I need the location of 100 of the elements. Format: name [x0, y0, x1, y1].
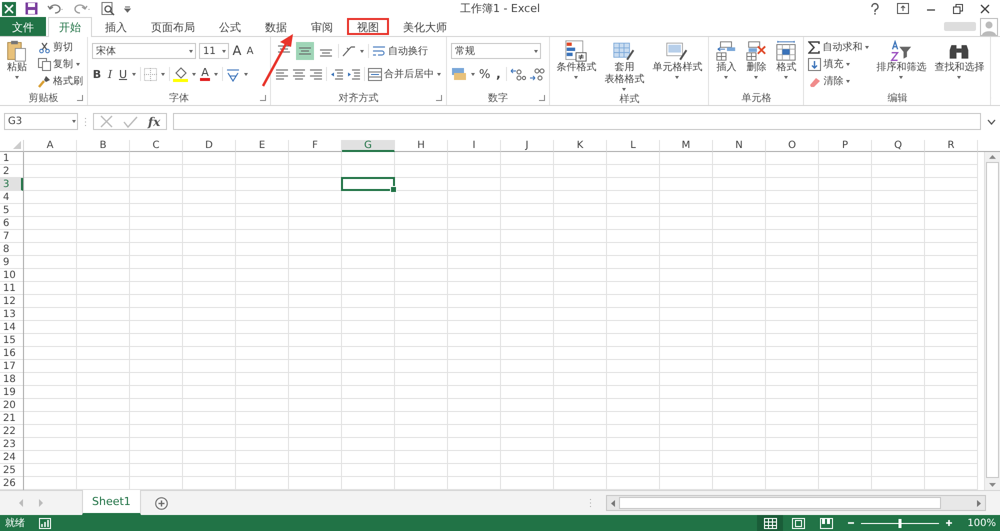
expand-formula-icon[interactable] [987, 118, 996, 124]
middle-align-button[interactable] [296, 42, 314, 60]
row-header[interactable]: 1 [0, 152, 23, 165]
row-header[interactable]: 5 [0, 204, 23, 217]
row-header[interactable]: 9 [0, 256, 23, 269]
sort-filter-button[interactable]: 排序和筛选 [874, 39, 928, 80]
format-as-table-button[interactable]: 套用 表格格式 [602, 39, 646, 92]
italic-button[interactable]: I [105, 68, 115, 80]
column-header[interactable]: N [713, 140, 766, 152]
column-header[interactable]: E [236, 140, 289, 152]
add-sheet-icon[interactable] [154, 496, 168, 510]
find-select-button[interactable]: 查找和选择 [932, 39, 986, 80]
ribbon-tab[interactable]: 审阅 [300, 17, 344, 36]
zoom-slider-thumb[interactable] [898, 518, 902, 528]
autosum-button[interactable]: 自动求和 [808, 40, 870, 54]
row-header[interactable]: 12 [0, 295, 23, 308]
help-icon[interactable] [870, 2, 880, 14]
column-header[interactable]: R [925, 140, 978, 152]
zoom-in-icon[interactable] [945, 519, 954, 527]
row-header[interactable]: 11 [0, 282, 23, 295]
insert-function-button[interactable]: fx [148, 114, 160, 128]
decrease-indent-icon[interactable] [330, 68, 344, 80]
font-color-button[interactable]: A [200, 67, 210, 81]
font-name-field[interactable]: 宋体 [92, 43, 196, 59]
scroll-down-icon[interactable] [988, 482, 997, 488]
copy-button[interactable]: 复制 [38, 57, 83, 71]
fill-button[interactable]: 填充 [808, 57, 870, 71]
grow-font-button[interactable]: A [232, 44, 242, 58]
comma-style-button[interactable]: , [493, 67, 504, 81]
customize-caret-icon[interactable] [124, 4, 131, 12]
row-header[interactable]: 18 [0, 373, 23, 386]
row-header[interactable]: 20 [0, 399, 23, 412]
column-header[interactable]: C [130, 140, 183, 152]
fill-color-icon[interactable] [173, 66, 188, 82]
column-header[interactable]: Q [872, 140, 925, 152]
column-header[interactable]: G [342, 140, 395, 152]
ribbon-tab[interactable]: 美化大师 [392, 17, 458, 36]
align-left-icon[interactable] [275, 68, 289, 80]
macro-record-icon[interactable] [39, 518, 51, 528]
number-format-field[interactable]: 常规 [451, 43, 541, 59]
name-box[interactable]: G3 [4, 113, 78, 130]
paste-button[interactable]: 粘贴 [4, 39, 30, 80]
text-orientation-icon[interactable] [342, 45, 356, 57]
dialog-launcher-icon[interactable] [77, 95, 83, 101]
row-header[interactable]: 19 [0, 386, 23, 399]
row-header[interactable]: 15 [0, 334, 23, 347]
column-header[interactable]: L [607, 140, 660, 152]
underline-button[interactable]: U [118, 68, 128, 80]
print-preview-icon[interactable] [101, 2, 115, 16]
check-icon[interactable] [123, 116, 138, 128]
phonetic-icon[interactable] [226, 66, 240, 82]
format-cells-button[interactable]: 格式 [773, 39, 800, 80]
format-painter-button[interactable]: 格式刷 [38, 74, 83, 88]
row-header[interactable]: 25 [0, 464, 23, 477]
column-header[interactable]: I [448, 140, 501, 152]
ribbon-display-icon[interactable] [897, 3, 909, 14]
scroll-left-icon[interactable] [610, 500, 616, 506]
increase-indent-icon[interactable] [347, 68, 361, 80]
column-header[interactable]: D [183, 140, 236, 152]
ribbon-tab[interactable]: 插入 [94, 17, 138, 36]
increase-decimal-icon[interactable] [510, 68, 526, 80]
row-header[interactable]: 7 [0, 230, 23, 243]
column-header[interactable]: K [554, 140, 607, 152]
column-header[interactable]: P [819, 140, 872, 152]
row-header[interactable]: 8 [0, 243, 23, 256]
clear-button[interactable]: 清除 [808, 74, 870, 88]
column-header[interactable]: M [660, 140, 713, 152]
column-header[interactable]: H [395, 140, 448, 152]
file-tab[interactable]: 文件 [0, 17, 46, 36]
row-header[interactable]: 16 [0, 347, 23, 360]
font-size-field[interactable]: 11 [199, 43, 229, 59]
merge-center-button[interactable]: 合并后居中 [368, 67, 442, 81]
row-header[interactable]: 6 [0, 217, 23, 230]
align-right-icon[interactable] [309, 68, 323, 80]
row-header[interactable]: 14 [0, 321, 23, 334]
row-header[interactable]: 17 [0, 360, 23, 373]
scroll-right-icon[interactable] [976, 500, 982, 506]
cut-button[interactable]: 剪切 [38, 40, 83, 54]
column-header[interactable]: O [766, 140, 819, 152]
shrink-font-button[interactable]: A [245, 46, 255, 56]
bold-button[interactable]: B [92, 68, 102, 80]
row-header[interactable]: 22 [0, 425, 23, 438]
row-header[interactable]: 24 [0, 451, 23, 464]
formula-input-field[interactable] [173, 113, 981, 130]
column-header[interactable]: A [24, 140, 77, 152]
column-header[interactable]: J [501, 140, 554, 152]
ribbon-tab[interactable]: 视图 [346, 17, 390, 36]
ribbon-tab[interactable]: 页面布局 [140, 17, 206, 36]
zoom-level[interactable]: 100% [967, 518, 1000, 528]
ribbon-tab[interactable]: 开始 [48, 17, 92, 37]
wrap-text-button[interactable]: 自动换行 [372, 44, 428, 58]
percent-button[interactable]: % [479, 67, 490, 81]
row-header[interactable]: 13 [0, 308, 23, 321]
cell-styles-button[interactable]: 单元格样式 [650, 39, 704, 80]
close-icon[interactable] [980, 4, 990, 14]
dialog-launcher-icon[interactable] [260, 95, 266, 101]
zoom-out-icon[interactable] [847, 519, 856, 527]
normal-view-button[interactable] [757, 515, 784, 531]
restore-icon[interactable] [953, 4, 963, 14]
horizontal-scrollbar[interactable] [606, 495, 986, 511]
